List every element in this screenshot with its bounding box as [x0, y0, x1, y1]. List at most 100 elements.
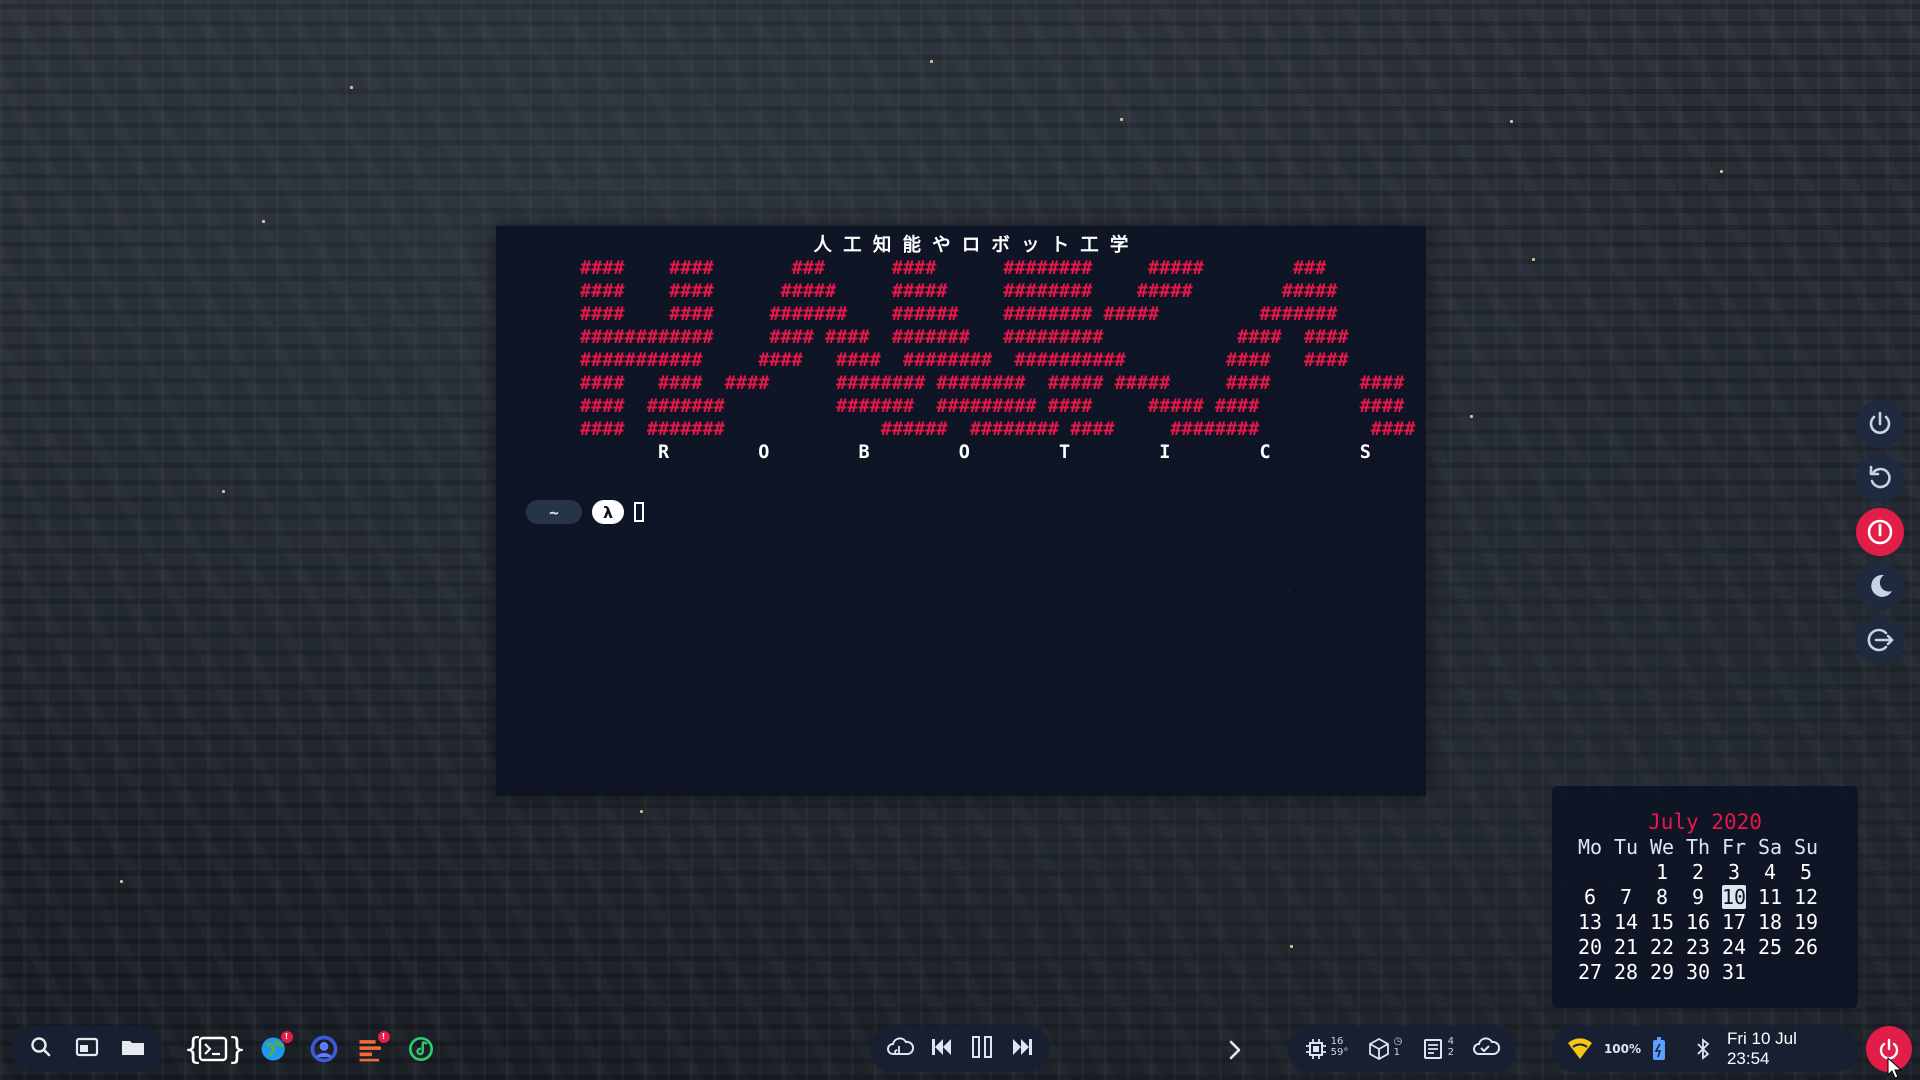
calendar-day[interactable]: 24: [1716, 935, 1752, 959]
calendar-day[interactable]: 31: [1716, 960, 1752, 984]
calendar-day[interactable]: 11: [1752, 885, 1788, 909]
weekday-header: Sa: [1757, 835, 1783, 859]
calendar-day[interactable]: 27: [1572, 960, 1608, 984]
sleep-moon-icon: [1871, 574, 1892, 597]
calendar-day[interactable]: 5: [1788, 860, 1824, 884]
status-pill: 100% Fri 10 Jul 23:54: [1552, 1026, 1858, 1072]
restart-button[interactable]: [1856, 454, 1904, 502]
calendar-day[interactable]: 17: [1716, 910, 1752, 934]
weekday-header: Su: [1793, 835, 1819, 859]
calendar-day[interactable]: 23: [1680, 935, 1716, 959]
cloud-sync-button[interactable]: [1471, 1034, 1501, 1064]
ascii-line: #### ####### ####### ######### #### ####…: [580, 396, 1405, 417]
sleep-button[interactable]: [1856, 562, 1904, 610]
browser-app-button[interactable]: !: [258, 1031, 293, 1067]
robotics-subtitle: R O B O T I C S: [658, 442, 1371, 463]
chevron-right-icon: [1229, 1040, 1241, 1060]
ascii-line: ########### #### #### ######## #########…: [580, 350, 1349, 371]
weekday-header: Th: [1685, 835, 1711, 859]
next-track-button[interactable]: [1009, 1034, 1035, 1064]
weekday-header: We: [1649, 835, 1675, 859]
previous-track-button[interactable]: [929, 1034, 955, 1064]
pause-button[interactable]: [969, 1034, 995, 1064]
cloud-music-icon: [887, 1037, 915, 1056]
packages-monitor[interactable]: ◷ 1: [1366, 1036, 1403, 1062]
packages-value: 1: [1393, 1047, 1401, 1058]
battery-charging-icon[interactable]: [1651, 1036, 1667, 1062]
cloud-check-icon: [1473, 1037, 1501, 1055]
updates-clock-icon: ◷: [1393, 1036, 1403, 1047]
ascii-line: #### #### ##### ##### ######## ##### ###…: [580, 281, 1338, 302]
calendar-day[interactable]: 21: [1608, 935, 1644, 959]
music-app-button[interactable]: [404, 1031, 439, 1067]
terminal-app-icon: {}: [184, 1032, 244, 1067]
calendar-day[interactable]: 1: [1644, 860, 1680, 884]
previous-track-icon: [932, 1039, 951, 1055]
calendar-day[interactable]: 4: [1752, 860, 1788, 884]
weekday-header: Fr: [1721, 835, 1747, 859]
calendar-day-today[interactable]: 10: [1722, 885, 1746, 909]
calendar-day[interactable]: 2: [1680, 860, 1716, 884]
files-button[interactable]: [120, 1034, 146, 1064]
expand-tray-button[interactable]: [1222, 1036, 1248, 1064]
calendar-day[interactable]: 29: [1644, 960, 1680, 984]
package-box-icon: [1368, 1037, 1389, 1061]
calendar-day[interactable]: 13: [1572, 910, 1608, 934]
calendar-widget: July 2020 Mo Tu We Th Fr Sa Su 1 2 3 4 5 6 7 8 9 10 11 12 1…: [1552, 786, 1858, 1008]
calendar-day[interactable]: 20: [1572, 935, 1608, 959]
terminal-window[interactable]: 人 工 知 能 や ロ ボ ッ ト 工 学 #### #### ### #### …: [496, 226, 1426, 796]
calendar-day[interactable]: 16: [1680, 910, 1716, 934]
calendar-day[interactable]: 14: [1608, 910, 1644, 934]
svg-text:}: }: [228, 1032, 244, 1067]
wifi-icon[interactable]: [1566, 1036, 1594, 1062]
ascii-line: #### ####### ###### ######## #### ######…: [580, 419, 1416, 440]
calendar-day[interactable]: 19: [1788, 910, 1824, 934]
cpu-chip-icon: [1305, 1039, 1326, 1059]
media-controls: [870, 1026, 1050, 1072]
shell-prompt[interactable]: ~ λ: [526, 500, 644, 524]
power-off-icon: [1867, 519, 1893, 545]
calendar-day[interactable]: 30: [1680, 960, 1716, 984]
calendar-day[interactable]: 18: [1752, 910, 1788, 934]
ascii-line: #### #### #### ######## ######## ##### #…: [580, 373, 1405, 394]
prompt-lambda-symbol: λ: [592, 500, 624, 524]
search-icon: [31, 1037, 51, 1057]
launcher-pill: [12, 1026, 162, 1072]
calendar-day[interactable]: 7: [1608, 885, 1644, 909]
window-switcher-button[interactable]: [74, 1034, 100, 1064]
folder-icon: [122, 1041, 144, 1055]
japanese-title: 人 工 知 能 や ロ ボ ッ ト 工 学: [813, 235, 1129, 256]
search-button[interactable]: [28, 1034, 54, 1064]
calendar-day[interactable]: 22: [1644, 935, 1680, 959]
cpu-monitor[interactable]: 16 59°: [1303, 1036, 1349, 1062]
calendar-day[interactable]: 8: [1644, 885, 1680, 909]
logout-button[interactable]: [1856, 616, 1904, 664]
ascii-line: #### #### ### #### ######## ##### ###: [580, 258, 1327, 279]
calendar-day[interactable]: 12: [1788, 885, 1824, 909]
clock-display[interactable]: Fri 10 Jul 23:54: [1727, 1029, 1844, 1069]
bluetooth-icon[interactable]: [1695, 1036, 1711, 1062]
notes-monitor[interactable]: 42: [1420, 1036, 1454, 1062]
cpu-temp-value: 59°: [1330, 1047, 1349, 1058]
calendar-day[interactable]: 28: [1608, 960, 1644, 984]
calendar-day[interactable]: 3: [1716, 860, 1752, 884]
terminal-app-button[interactable]: {}: [184, 1031, 244, 1067]
restart-icon: [1869, 465, 1891, 489]
notes-app-button[interactable]: !: [355, 1031, 390, 1067]
shutdown-button[interactable]: [1856, 400, 1904, 448]
network-app-button[interactable]: [307, 1031, 342, 1067]
power-off-button[interactable]: [1856, 508, 1904, 556]
prompt-directory: ~: [526, 500, 582, 524]
calendar-empty-cell: [1608, 860, 1644, 884]
network-app-icon: [310, 1035, 338, 1063]
calendar-day[interactable]: 26: [1788, 935, 1824, 959]
text-cursor: [634, 502, 644, 522]
ascii-line: ############ #### #### ####### #########…: [580, 327, 1349, 348]
power-menu: [1856, 400, 1906, 664]
calendar-day[interactable]: 15: [1644, 910, 1680, 934]
cloud-music-button[interactable]: [885, 1034, 915, 1064]
calendar-day[interactable]: 6: [1572, 885, 1608, 909]
ascii-banner: 人 工 知 能 や ロ ボ ッ ト 工 学 #### #### ### #### …: [496, 234, 1426, 464]
calendar-day[interactable]: 9: [1680, 885, 1716, 909]
calendar-day[interactable]: 25: [1752, 935, 1788, 959]
